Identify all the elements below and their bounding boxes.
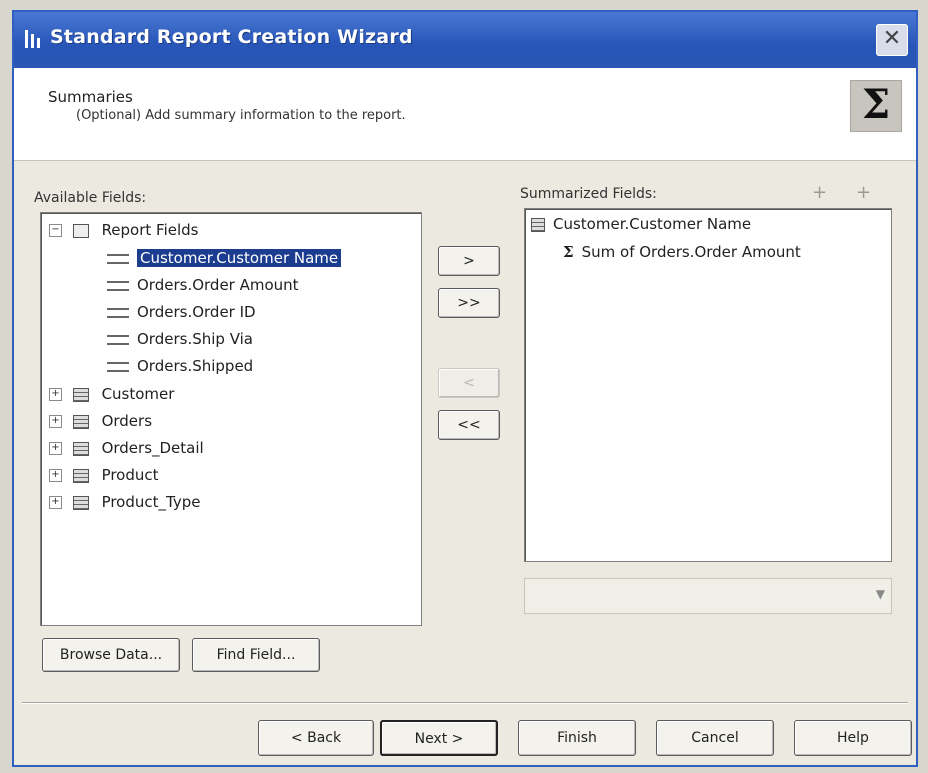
summary-group-item[interactable]: Customer.Customer Name [531,215,751,233]
expand-icon[interactable]: + [49,388,62,401]
tree-field-item[interactable]: Orders.Order Amount [107,274,299,296]
tree-field-label: Orders.Shipped [137,357,254,375]
table-icon [72,495,89,510]
add-group-icon[interactable]: + [856,182,871,203]
tree-field-label: Customer.Customer Name [135,248,343,268]
add-all-fields-button[interactable]: >> [438,288,500,318]
summarized-fields-list[interactable]: Customer.Customer Name Σ Sum of Orders.Or… [524,208,892,562]
remove-all-fields-button[interactable]: << [438,410,500,440]
summarized-fields-label: Summarized Fields: [520,186,657,202]
summary-item[interactable]: Σ Sum of Orders.Order Amount [563,243,801,261]
collapse-icon[interactable]: − [49,224,62,237]
available-fields-tree[interactable]: − Report Fields Customer.Customer Name O… [40,212,422,626]
add-summary-icon[interactable]: + [812,182,827,203]
tree-field-item[interactable]: Orders.Shipped [107,355,253,377]
summary-item-label: Sum of Orders.Order Amount [581,243,801,261]
next-button[interactable]: Next > [380,720,498,756]
remove-field-button[interactable]: < [438,368,500,398]
tree-field-item[interactable]: Orders.Ship Via [107,328,253,350]
chevron-down-icon[interactable]: ▼ [876,587,885,601]
tree-node-report-fields[interactable]: − Report Fields [49,219,199,241]
close-button[interactable]: ✕ [876,24,908,56]
wizard-window: Standard Report Creation Wizard ✕ Summar… [12,10,918,767]
sigma-icon: Σ [563,243,574,261]
tree-field-label: Orders.Order ID [137,303,256,321]
field-icon [107,280,129,291]
app-icon [24,28,42,50]
tree-node-label: Report Fields [101,221,199,239]
table-icon [72,414,89,429]
tree-node-label: Product [101,466,159,484]
expand-icon[interactable]: + [49,469,62,482]
tree-node-table[interactable]: + Orders_Detail [49,437,204,459]
step-title: Summaries [48,88,133,106]
summary-group-label: Customer.Customer Name [553,215,752,233]
browse-data-button[interactable]: Browse Data... [42,638,180,672]
table-icon [72,468,89,483]
available-fields-label: Available Fields: [34,190,147,206]
field-icon [107,334,129,345]
table-icon [72,441,89,456]
tree-node-table[interactable]: + Product [49,464,159,486]
tree-field-item[interactable]: Customer.Customer Name [107,247,343,269]
tree-field-label: Orders.Order Amount [137,276,299,294]
footer-separator [22,702,908,704]
field-icon [107,307,129,318]
field-icon [107,253,129,264]
tree-node-label: Orders_Detail [101,439,204,457]
tree-node-table[interactable]: + Product_Type [49,491,200,513]
wizard-header: Summaries (Optional) Add summary informa… [14,68,916,161]
window-title: Standard Report Creation Wizard [50,26,413,48]
tree-node-label: Customer [101,385,175,403]
sigma-icon: Σ [850,80,902,132]
group-icon [531,217,545,232]
cancel-button[interactable]: Cancel [656,720,774,756]
tree-node-label: Orders [101,412,153,430]
tree-field-label: Orders.Ship Via [137,330,253,348]
title-bar[interactable]: Standard Report Creation Wizard ✕ [14,12,916,68]
tree-field-item[interactable]: Orders.Order ID [107,301,256,323]
back-button[interactable]: < Back [258,720,374,756]
expand-icon[interactable]: + [49,415,62,428]
expand-icon[interactable]: + [49,442,62,455]
summary-operation-combo[interactable]: ▼ [524,578,892,614]
step-subtitle: (Optional) Add summary information to th… [76,108,406,123]
expand-icon[interactable]: + [49,496,62,509]
add-field-button[interactable]: > [438,246,500,276]
table-icon [72,387,89,402]
finish-button[interactable]: Finish [518,720,636,756]
tree-node-table[interactable]: + Orders [49,410,152,432]
tree-node-label: Product_Type [101,493,201,511]
tree-node-table[interactable]: + Customer [49,383,174,405]
report-fields-icon [72,223,89,238]
field-icon [107,361,129,372]
find-field-button[interactable]: Find Field... [192,638,320,672]
help-button[interactable]: Help [794,720,912,756]
